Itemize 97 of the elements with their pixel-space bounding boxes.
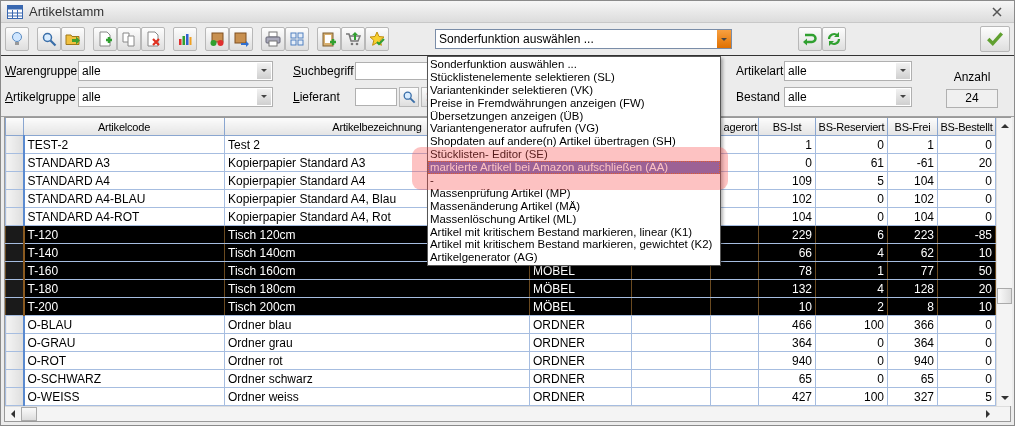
field-label: Artikelgruppe	[5, 89, 77, 104]
table-cell: T-120	[23, 225, 225, 244]
table-cell: -85	[937, 225, 996, 244]
table-cell: 364	[887, 333, 938, 352]
table-cell: 102	[887, 189, 938, 208]
table-cell: 0	[937, 135, 996, 154]
table-cell: 0	[937, 333, 996, 352]
table-cell: 1	[815, 261, 888, 280]
table-cell: 364	[758, 333, 816, 352]
table-cell: 0	[937, 207, 996, 226]
table-cell: O-BLAU	[23, 315, 225, 334]
table-cell: 100	[815, 387, 888, 406]
table-cell: 6	[815, 225, 888, 244]
table-cell: 104	[887, 171, 938, 190]
table-cell: T-140	[23, 243, 225, 262]
table-cell: 0	[758, 153, 816, 172]
table-cell: 4	[815, 279, 888, 298]
table-cell: -61	[887, 153, 938, 172]
table-cell: 61	[815, 153, 888, 172]
table-cell: 0	[937, 369, 996, 388]
table-cell: Ordner weiss	[224, 387, 530, 406]
table-cell: 0	[937, 351, 996, 370]
table-cell: 78	[758, 261, 816, 280]
table-cell: 5	[815, 171, 888, 190]
window-title: Artikelstamm	[29, 4, 106, 19]
table-cell: ORDNER	[529, 351, 632, 370]
table-cell: 5	[937, 387, 996, 406]
table-cell: 1	[887, 135, 938, 154]
table-cell: 109	[758, 171, 816, 190]
table-cell: O-SCHWARZ	[23, 369, 225, 388]
table-cell: 0	[815, 135, 888, 154]
table-cell: 104	[887, 207, 938, 226]
table-cell: 0	[815, 333, 888, 352]
table-cell: 65	[887, 369, 938, 388]
table-cell: 366	[887, 315, 938, 334]
table-cell: 65	[758, 369, 816, 388]
table-cell: 229	[758, 225, 816, 244]
table-cell: 10	[758, 297, 816, 316]
table-cell: Tisch 200cm	[224, 297, 530, 316]
table-cell: 128	[887, 279, 938, 298]
table-cell: O-WEISS	[23, 387, 225, 406]
field-label: Warengruppe	[5, 63, 78, 78]
table-cell: 62	[887, 243, 938, 262]
table-cell: 0	[815, 189, 888, 208]
table-cell: 0	[937, 189, 996, 208]
table-cell: 0	[937, 315, 996, 334]
table-cell: ORDNER	[529, 333, 632, 352]
table-cell: ORDNER	[529, 369, 632, 388]
table-cell: O-GRAU	[23, 333, 225, 352]
table-cell: ORDNER	[529, 387, 632, 406]
count-value: 24	[946, 89, 998, 108]
table-cell: Ordner blau	[224, 315, 530, 334]
field-label: Bestand	[736, 89, 780, 104]
table-cell: 0	[937, 171, 996, 190]
field-label: Suchbegriff	[293, 63, 355, 78]
table-cell: 10	[937, 243, 996, 262]
table-cell: TEST-2	[23, 135, 225, 154]
table-cell: O-ROT	[23, 351, 225, 370]
table-cell: 466	[758, 315, 816, 334]
table-cell: 1	[758, 135, 816, 154]
table-cell: ORDNER	[529, 315, 632, 334]
table-cell: T-200	[23, 297, 225, 316]
table-cell: STANDARD A4	[23, 171, 225, 190]
table-cell: 8	[887, 297, 938, 316]
table-cell: 10	[937, 297, 996, 316]
table-cell: 327	[887, 387, 938, 406]
table-cell: STANDARD A4-ROT	[23, 207, 225, 226]
table-cell: 427	[758, 387, 816, 406]
table-cell: 940	[758, 351, 816, 370]
table-cell: Ordner grau	[224, 333, 530, 352]
table-cell: 102	[758, 189, 816, 208]
table-cell: 20	[937, 279, 996, 298]
table-cell: T-180	[23, 279, 225, 298]
table-cell: 4	[815, 243, 888, 262]
table-cell: T-160	[23, 261, 225, 280]
table-cell: Ordner rot	[224, 351, 530, 370]
table-cell: 940	[887, 351, 938, 370]
table-cell: 66	[758, 243, 816, 262]
table-cell: Ordner schwarz	[224, 369, 530, 388]
table-cell: STANDARD A3	[23, 153, 225, 172]
table-cell: 104	[758, 207, 816, 226]
table-cell: Tisch 180cm	[224, 279, 530, 298]
field-label: Lieferant	[293, 89, 341, 104]
table-cell: 223	[887, 225, 938, 244]
table-cell: MÖBEL	[529, 297, 632, 316]
table-cell: 100	[815, 315, 888, 334]
table-cell: 77	[887, 261, 938, 280]
table-cell: STANDARD A4-BLAU	[23, 189, 225, 208]
table-cell: 0	[815, 369, 888, 388]
table-cell: 0	[815, 207, 888, 226]
table-cell: 132	[758, 279, 816, 298]
table-cell: 0	[815, 351, 888, 370]
table-cell: 2	[815, 297, 888, 316]
count-label: Anzahl	[953, 70, 991, 84]
table-cell: 20	[937, 153, 996, 172]
table-cell: MÖBEL	[529, 279, 632, 298]
table-cell: 50	[937, 261, 996, 280]
